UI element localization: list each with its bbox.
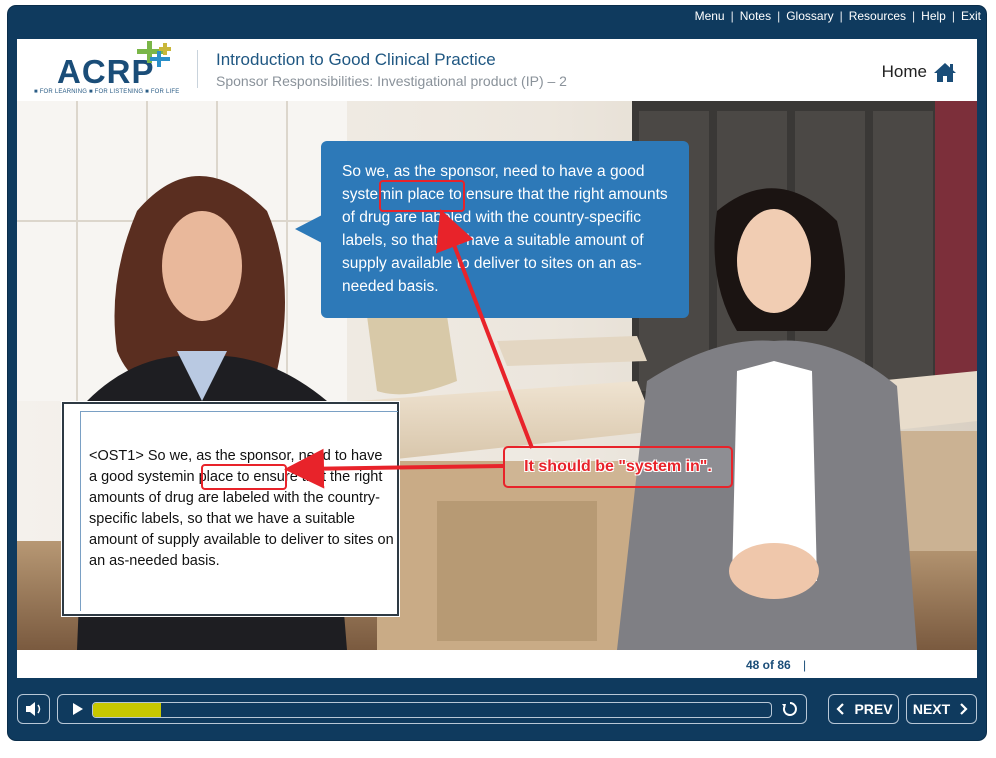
replay-icon[interactable] [777,695,803,723]
next-button[interactable]: NEXT [906,694,977,724]
menu-separator: | [951,9,955,23]
resources-link[interactable]: Resources [849,9,906,23]
progress-slider[interactable] [92,702,772,718]
onscreen-text-box: <OST1> So we, as the sponsor, need to ha… [62,402,399,616]
speech-bubble: So we, as the sponsor, need to have a go… [321,141,689,318]
play-icon[interactable] [62,695,92,723]
speech-bubble-tail [295,215,322,243]
home-icon [934,63,956,82]
notes-link[interactable]: Notes [740,9,771,23]
progress-fill [93,703,161,717]
slide-subtitle: Sponsor Responsibilities: Investigationa… [216,73,567,89]
page-counter-separator: | [803,658,807,672]
course-title: Introduction to Good Clinical Practice [216,50,496,69]
home-button[interactable]: Home [882,61,957,83]
logo-tagline: ■ FOR LEARNING ■ FOR LISTENING ■ FOR LIF… [34,89,180,95]
annotation-highlight-bubble [379,180,465,212]
menu-separator: | [912,9,916,23]
chevron-left-icon [836,703,845,715]
menu-separator: | [777,9,781,23]
course-header: ACRP ■ FOR LEARNING ■ FOR LISTENING ■ FO… [17,39,977,101]
audio-toggle-button[interactable] [17,694,50,724]
page-counter: 48 of 86 [746,658,791,672]
speaker-icon [26,702,41,716]
exit-link[interactable]: Exit [961,9,981,23]
logo-cross-icon [137,41,171,67]
menu-separator: | [730,9,734,23]
menu-separator: | [839,9,843,23]
help-link[interactable]: Help [921,9,946,23]
media-player-bar [57,694,807,724]
top-menu: Menu | Notes | Glossary | Resources | He… [695,9,981,23]
prev-button[interactable]: PREV [828,694,899,724]
glossary-link[interactable]: Glossary [786,9,833,23]
annotation-callout-text: It should be "system in". [524,458,712,475]
next-label: NEXT [912,701,951,717]
acrp-logo: ACRP ■ FOR LEARNING ■ FOR LISTENING ■ FO… [31,39,191,101]
header-divider [197,50,198,88]
annotation-highlight-textbox [201,464,287,490]
prev-label: PREV [854,701,893,717]
chevron-right-icon [960,703,968,715]
annotation-callout: It should be "system in". [503,446,733,488]
slide-footer: 48 of 86 | [17,650,977,678]
menu-link[interactable]: Menu [695,9,725,23]
home-label: Home [881,62,927,81]
